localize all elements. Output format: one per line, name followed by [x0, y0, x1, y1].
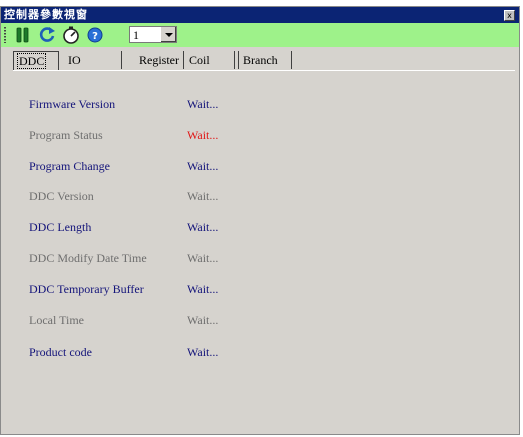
row-value: Wait...: [187, 251, 219, 265]
refresh-icon[interactable]: [37, 25, 57, 45]
row-label: DDC Version: [29, 189, 94, 203]
row-label: Local Time: [29, 313, 85, 327]
toolbar: ? 1: [1, 23, 519, 47]
gauge-icon[interactable]: [61, 25, 81, 45]
tab-coil[interactable]: Coil: [185, 51, 235, 69]
row-value: Wait...: [187, 189, 219, 203]
row-value: Wait...: [187, 345, 219, 359]
row-value: Wait...: [187, 282, 219, 296]
row-value: Wait...: [187, 220, 219, 234]
row-value: Wait...: [187, 159, 219, 173]
chevron-down-icon[interactable]: [160, 27, 176, 42]
row-label: DDC Length: [29, 220, 92, 234]
info-icon[interactable]: ?: [85, 25, 105, 45]
window-title: 控制器參數視窗: [4, 8, 88, 21]
tab-register[interactable]: Register: [124, 51, 184, 69]
pause-icon[interactable]: [13, 25, 33, 45]
title-bar[interactable]: 控制器參數視窗 x: [1, 7, 519, 23]
tab-ddc[interactable]: DDC: [13, 51, 59, 71]
controller-select[interactable]: 1: [129, 26, 177, 43]
svg-text:?: ?: [92, 31, 98, 42]
row-value: Wait...: [187, 97, 219, 111]
row-label: DDC Modify Date Time: [29, 251, 147, 265]
row-label: Program Status: [29, 128, 103, 142]
tab-io[interactable]: IO: [64, 51, 122, 69]
row-label: Product code: [29, 345, 92, 359]
row-label: Program Change: [29, 159, 110, 173]
toolbar-grip[interactable]: [4, 27, 6, 43]
controller-select-value: 1: [133, 28, 139, 42]
close-button[interactable]: x: [504, 10, 515, 21]
row-value: Wait...: [187, 313, 219, 327]
tab-branch[interactable]: Branch: [238, 51, 292, 69]
row-value: Wait...: [187, 128, 219, 142]
row-label: Firmware Version: [29, 97, 116, 111]
controller-params-window: 控制器參數視窗 x ? 1 DDC IO Register Coil Branc…: [0, 6, 520, 435]
row-label: DDC Temporary Buffer: [29, 282, 144, 296]
ddc-info-panel: Firmware Version Wait... Program Status …: [13, 70, 515, 431]
